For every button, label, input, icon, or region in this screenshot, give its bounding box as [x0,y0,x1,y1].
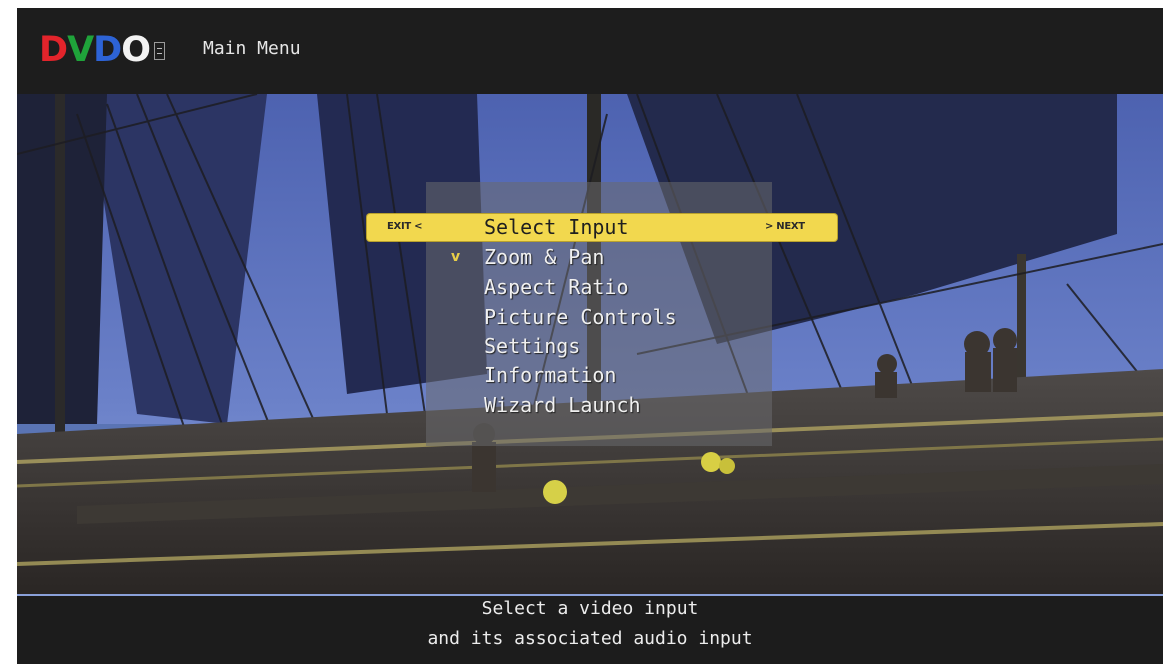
menu-item-settings[interactable]: Settings [484,334,580,358]
logo-letter-d1: D [39,30,68,70]
menu-item-select-input[interactable]: Select Input [484,215,629,239]
help-text-line2: and its associated audio input [427,628,753,649]
page-title: Main Menu [203,38,301,59]
exit-hint[interactable]: EXIT < [387,221,422,232]
logo-mark-icon [153,42,165,60]
menu-item-picture-controls[interactable]: Picture Controls [484,305,677,329]
next-hint[interactable]: > NEXT [765,221,805,232]
logo-letter-v: V [67,30,94,70]
logo-letter-d2: D [93,30,122,70]
chevron-down-icon: v [451,249,461,265]
osd-frame: D V D O Main Menu EXIT < > NEXT Select I… [17,8,1163,664]
logo-letter-o: O [121,30,151,70]
dvdo-logo: D V D O [39,32,165,68]
menu-item-aspect-ratio[interactable]: Aspect Ratio [484,275,629,299]
menu-item-wizard-launch[interactable]: Wizard Launch [484,393,641,417]
menu-item-zoom-pan[interactable]: Zoom & Pan [484,245,604,269]
help-text-line1: Select a video input [481,598,699,619]
header-bar: D V D O Main Menu [17,8,1163,94]
osd-screen: D V D O Main Menu EXIT < > NEXT Select I… [0,0,1163,664]
menu-item-information[interactable]: Information [484,363,616,387]
